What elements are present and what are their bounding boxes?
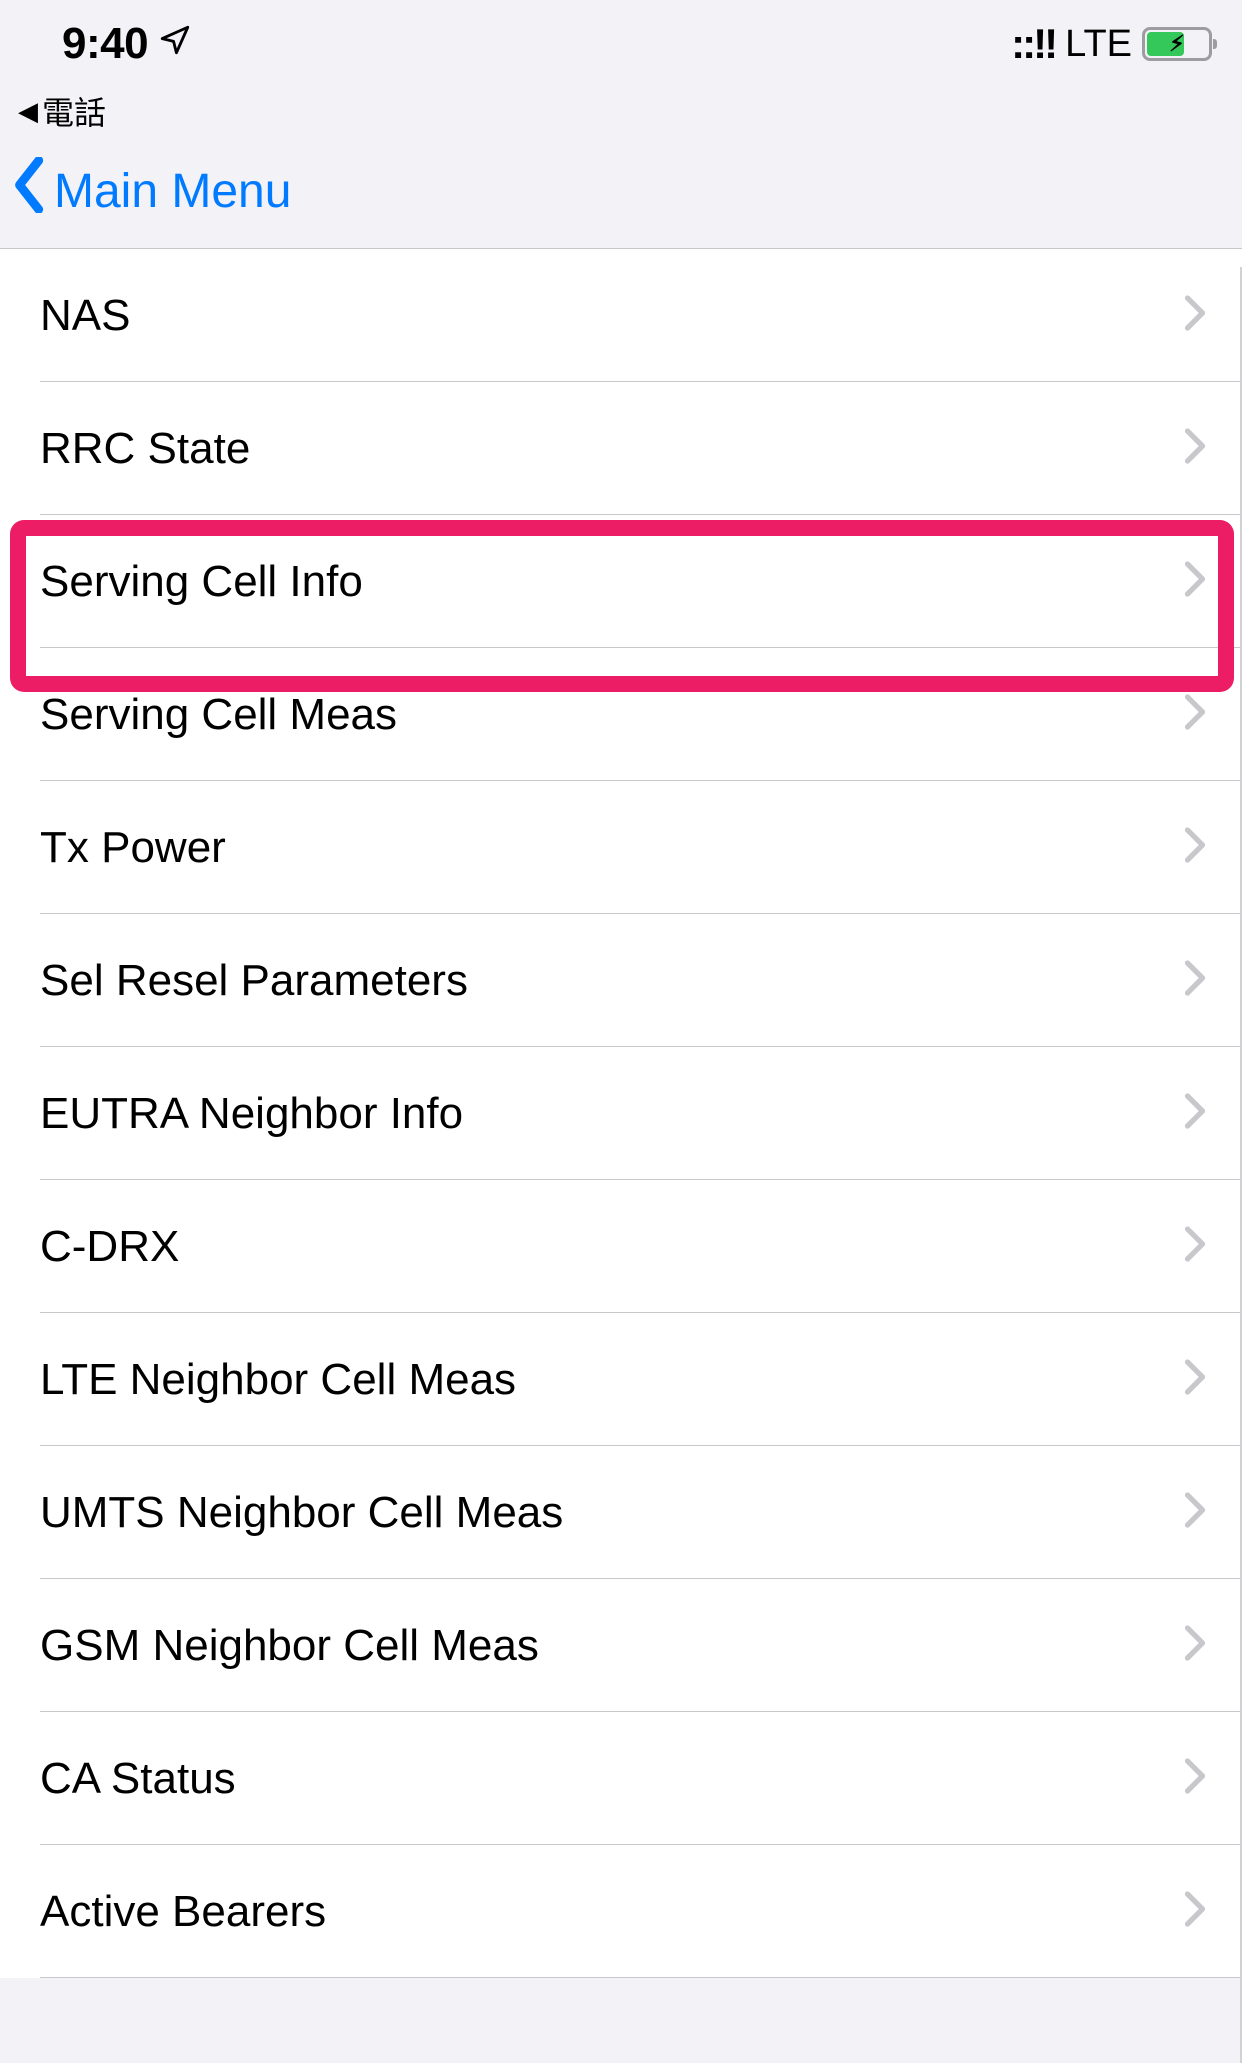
menu-item-active-bearers[interactable]: Active Bearers: [0, 1845, 1242, 1978]
menu-item-label: CA Status: [40, 1754, 236, 1804]
menu-item-label: Tx Power: [40, 823, 226, 873]
menu-item-ca-status[interactable]: CA Status: [0, 1712, 1242, 1845]
menu-item-label: NAS: [40, 291, 130, 341]
chevron-right-icon: [1184, 1891, 1206, 1932]
menu-item-umts-neighbor-cell-meas[interactable]: UMTS Neighbor Cell Meas: [0, 1446, 1242, 1579]
menu-item-label: GSM Neighbor Cell Meas: [40, 1621, 539, 1671]
chevron-right-icon: [1184, 694, 1206, 735]
menu-list: NAS RRC State Serving Cell Info Serving …: [0, 249, 1242, 1978]
menu-item-serving-cell-meas[interactable]: Serving Cell Meas: [0, 648, 1242, 781]
menu-item-label: LTE Neighbor Cell Meas: [40, 1355, 516, 1405]
caret-left-icon: ◀: [18, 98, 38, 124]
menu-item-label: C-DRX: [40, 1222, 179, 1272]
battery-charging-icon: ⚡︎: [1142, 27, 1212, 61]
row-separator: [40, 1977, 1242, 1978]
back-label: Main Menu: [54, 164, 291, 219]
menu-item-sel-resel-parameters[interactable]: Sel Resel Parameters: [0, 914, 1242, 1047]
location-outline-icon: [158, 22, 192, 67]
chevron-right-icon: [1184, 1093, 1206, 1134]
status-time: 9:40: [62, 19, 148, 69]
nav-bar: Main Menu: [0, 144, 1242, 248]
menu-item-label: RRC State: [40, 424, 250, 474]
chevron-right-icon: [1184, 428, 1206, 469]
menu-item-eutra-neighbor-info[interactable]: EUTRA Neighbor Info: [0, 1047, 1242, 1180]
menu-item-label: EUTRA Neighbor Info: [40, 1089, 463, 1139]
chevron-right-icon: [1184, 1758, 1206, 1799]
menu-item-label: Sel Resel Parameters: [40, 956, 468, 1006]
network-type: LTE: [1065, 23, 1132, 66]
menu-item-serving-cell-info[interactable]: Serving Cell Info: [0, 515, 1242, 648]
chevron-right-icon: [1184, 295, 1206, 336]
menu-item-gsm-neighbor-cell-meas[interactable]: GSM Neighbor Cell Meas: [0, 1579, 1242, 1712]
menu-item-rrc-state[interactable]: RRC State: [0, 382, 1242, 515]
menu-item-label: Serving Cell Meas: [40, 690, 397, 740]
menu-item-label: Serving Cell Info: [40, 557, 363, 607]
menu-item-label: Active Bearers: [40, 1887, 326, 1937]
breadcrumb-return[interactable]: ◀ 電話: [0, 88, 1242, 144]
status-left: 9:40: [62, 19, 192, 69]
status-right: ::!! LTE ⚡︎: [1011, 23, 1212, 66]
chevron-left-icon: [12, 157, 48, 225]
status-bar: 9:40 ::!! LTE ⚡︎: [0, 0, 1242, 88]
chevron-right-icon: [1184, 960, 1206, 1001]
chevron-right-icon: [1184, 1359, 1206, 1400]
menu-item-nas[interactable]: NAS: [0, 249, 1242, 382]
lightning-icon: ⚡︎: [1169, 33, 1184, 55]
chevron-right-icon: [1184, 1625, 1206, 1666]
back-button[interactable]: Main Menu: [12, 157, 291, 225]
chevron-right-icon: [1184, 1492, 1206, 1533]
menu-item-label: UMTS Neighbor Cell Meas: [40, 1488, 563, 1538]
breadcrumb-label: 電話: [42, 88, 106, 134]
chevron-right-icon: [1184, 1226, 1206, 1267]
menu-item-c-drx[interactable]: C-DRX: [0, 1180, 1242, 1313]
chevron-right-icon: [1184, 827, 1206, 868]
menu-item-tx-power[interactable]: Tx Power: [0, 781, 1242, 914]
signal-strength-icon: ::!!: [1011, 23, 1055, 65]
menu-item-lte-neighbor-cell-meas[interactable]: LTE Neighbor Cell Meas: [0, 1313, 1242, 1446]
chevron-right-icon: [1184, 561, 1206, 602]
